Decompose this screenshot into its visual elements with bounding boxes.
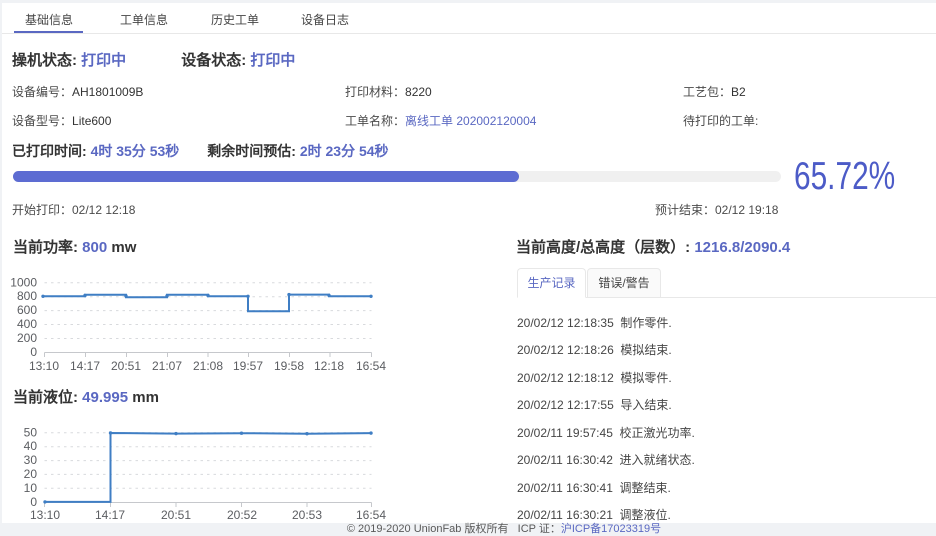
svg-text:600: 600 [17, 303, 37, 317]
svg-text:50: 50 [24, 425, 38, 439]
svg-text:0: 0 [30, 345, 37, 359]
svg-text:400: 400 [17, 317, 37, 331]
svg-text:20:53: 20:53 [292, 508, 322, 522]
svg-text:0: 0 [30, 495, 37, 509]
svg-text:21:07: 21:07 [152, 359, 182, 373]
svg-text:13:10: 13:10 [30, 508, 60, 522]
svg-text:200: 200 [17, 331, 37, 345]
svg-text:30: 30 [24, 453, 38, 467]
svg-text:13:10: 13:10 [29, 359, 59, 373]
svg-text:10: 10 [24, 481, 38, 495]
svg-text:1000: 1000 [10, 275, 37, 289]
svg-text:16:54: 16:54 [356, 359, 386, 373]
svg-text:40: 40 [24, 439, 38, 453]
svg-text:20:51: 20:51 [161, 508, 191, 522]
svg-text:19:57: 19:57 [233, 359, 263, 373]
svg-text:20:51: 20:51 [111, 359, 141, 373]
svg-text:800: 800 [17, 289, 37, 303]
svg-text:19:58: 19:58 [274, 359, 304, 373]
svg-text:20: 20 [24, 467, 38, 481]
svg-text:14:17: 14:17 [95, 508, 125, 522]
svg-text:12:18: 12:18 [314, 359, 344, 373]
svg-text:14:17: 14:17 [70, 359, 100, 373]
svg-text:21:08: 21:08 [193, 359, 223, 373]
svg-text:20:52: 20:52 [227, 508, 257, 522]
